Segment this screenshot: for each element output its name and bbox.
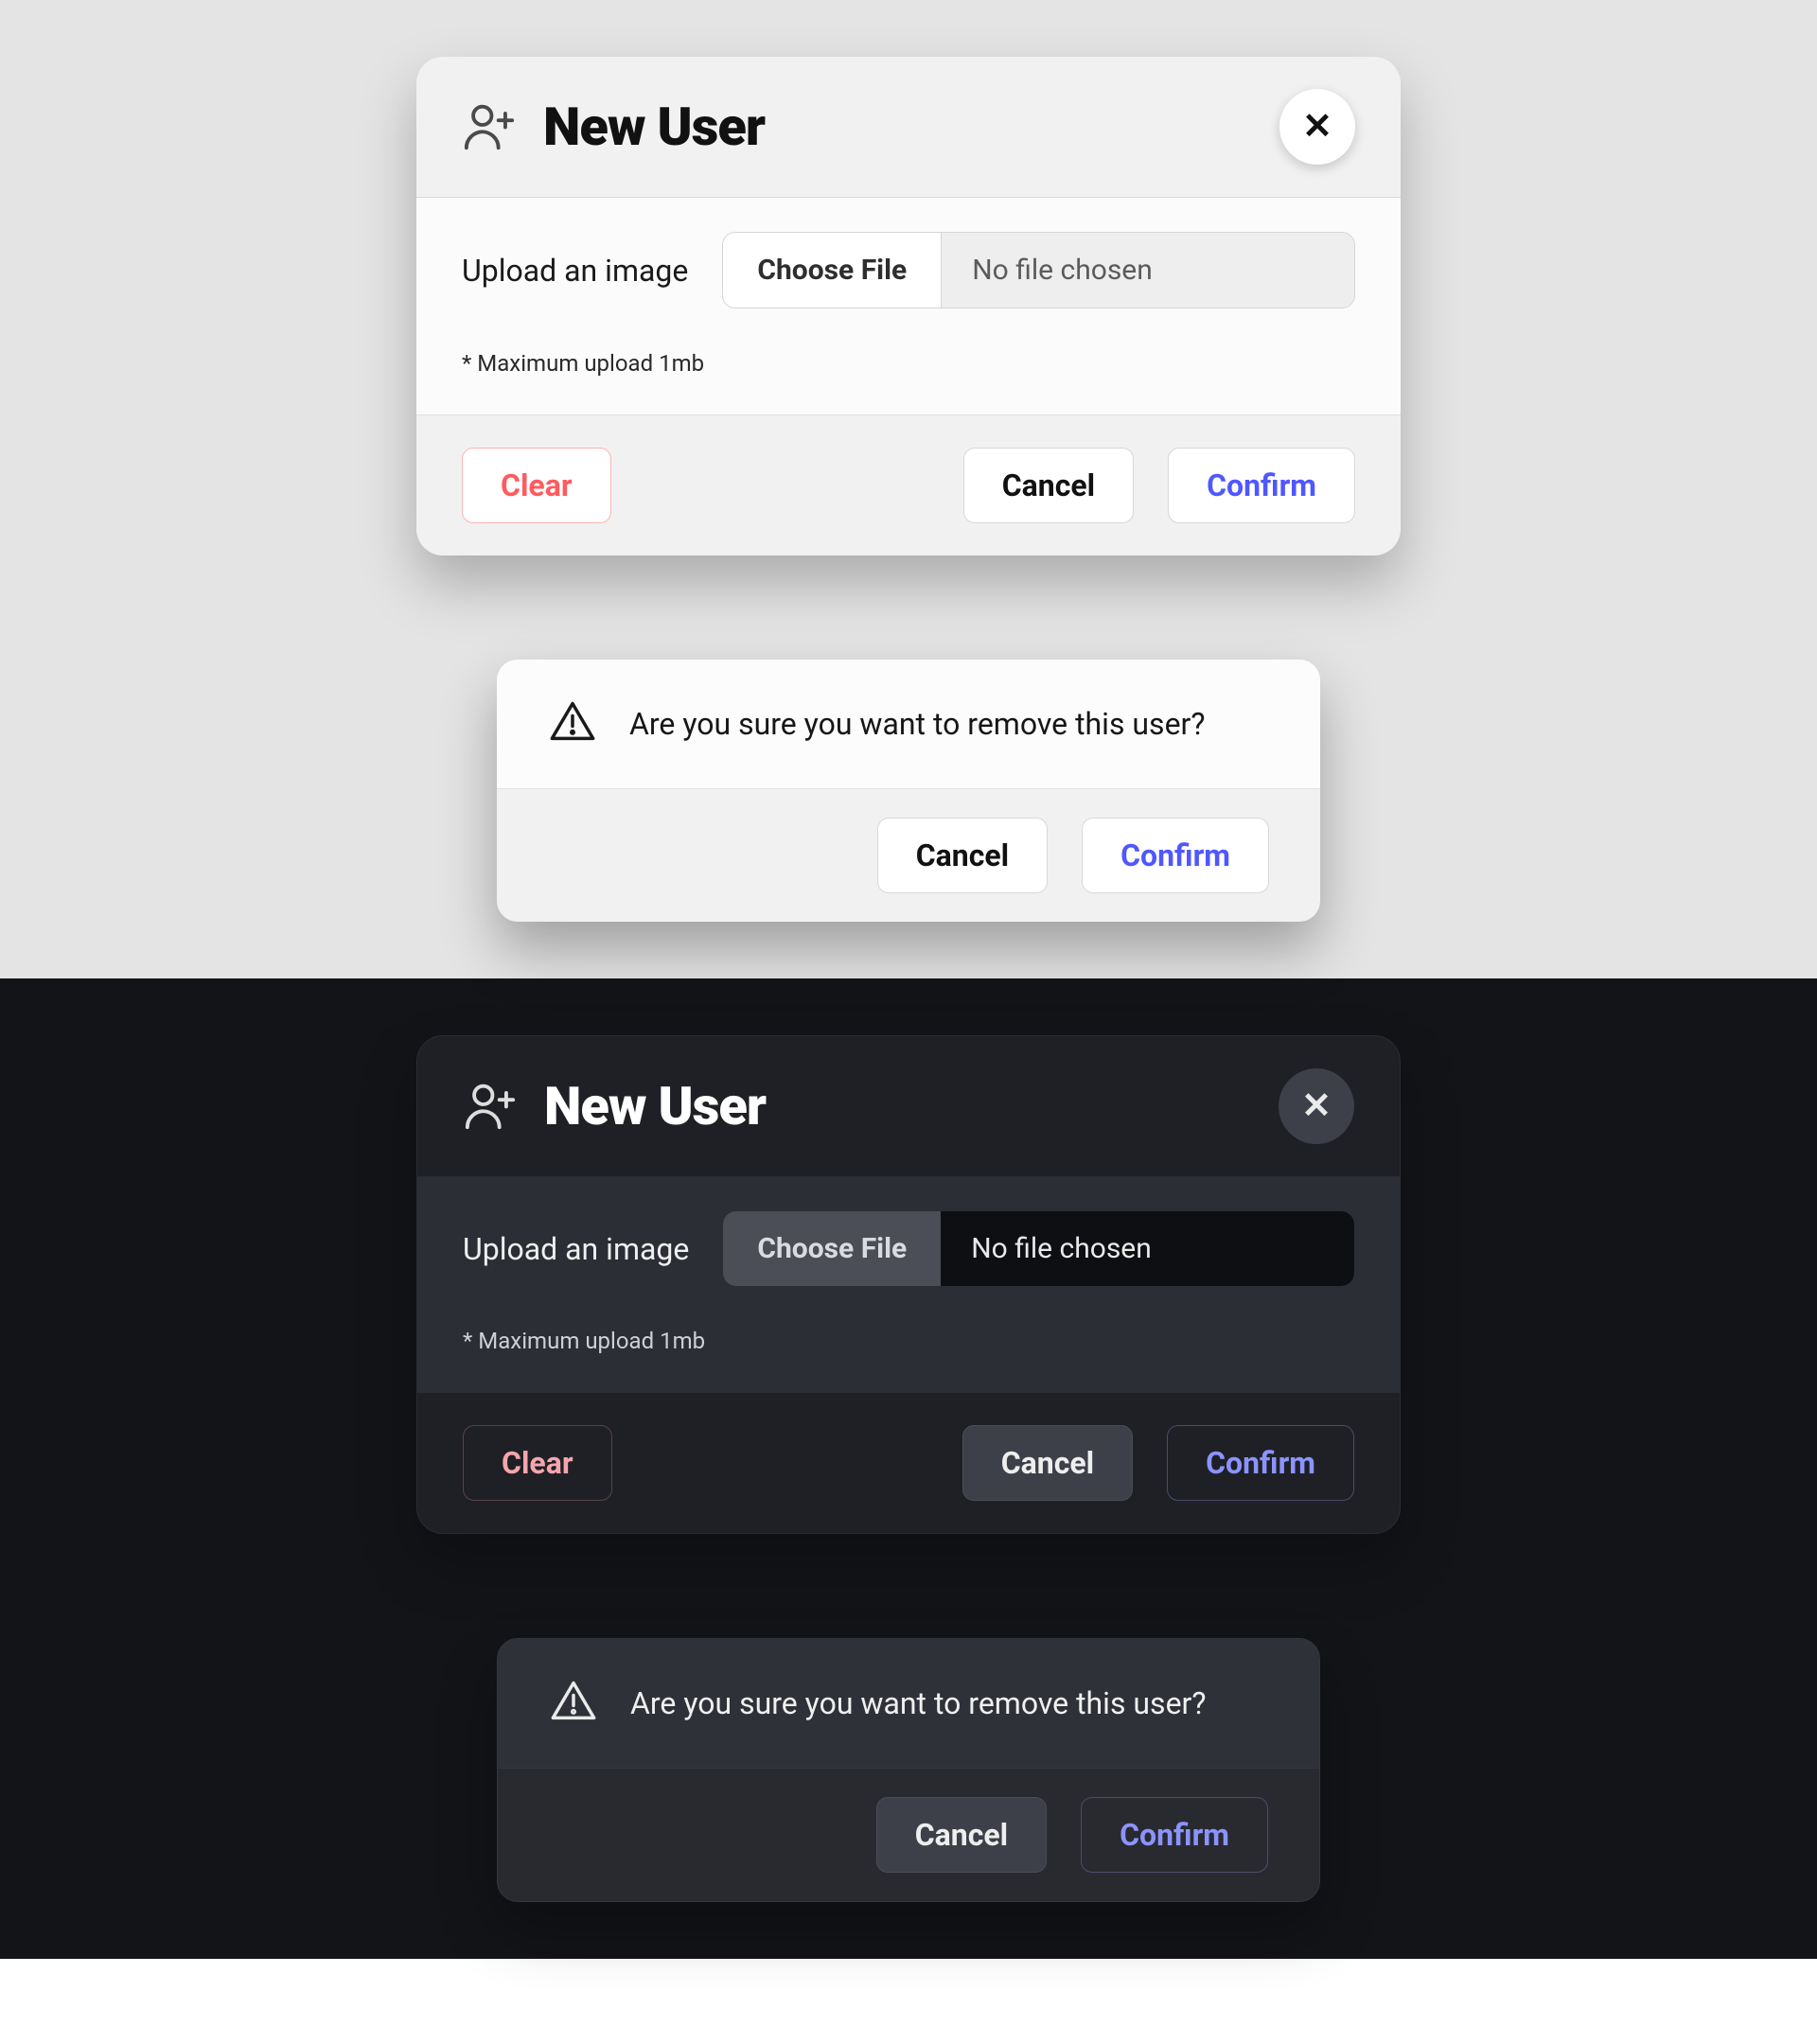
remove-user-dialog: Are you sure you want to remove this use…	[497, 660, 1320, 922]
dialog-confirm-button[interactable]: Confirm	[1082, 818, 1269, 893]
card-body: Upload an image Choose File No file chos…	[416, 198, 1401, 415]
confirm-button[interactable]: Confirm	[1168, 448, 1355, 523]
upload-row: Upload an image Choose File No file chos…	[463, 1211, 1354, 1286]
dialog-cancel-button[interactable]: Cancel	[877, 818, 1048, 893]
dialog-confirm-button[interactable]: Confirm	[1081, 1797, 1268, 1873]
upload-label: Upload an image	[462, 253, 688, 289]
dialog-body: Are you sure you want to remove this use…	[498, 1639, 1319, 1769]
dialog-body: Are you sure you want to remove this use…	[497, 660, 1320, 789]
light-theme-panel: New User ✕ Upload an image Choose File N…	[0, 0, 1817, 978]
upload-hint: * Maximum upload 1mb	[462, 350, 1355, 377]
user-plus-icon	[463, 1077, 518, 1136]
card-title: New User	[544, 1075, 766, 1137]
dialog-footer: Cancel Confirm	[497, 789, 1320, 922]
spacer	[646, 1425, 928, 1501]
warning-icon	[548, 697, 597, 750]
dark-theme-panel: New User ✕ Upload an image Choose File N…	[0, 978, 1817, 1959]
dialog-cancel-button[interactable]: Cancel	[876, 1797, 1047, 1873]
card-body: Upload an image Choose File No file chos…	[417, 1177, 1400, 1393]
upload-hint: * Maximum upload 1mb	[463, 1328, 1354, 1354]
close-button[interactable]: ✕	[1279, 1068, 1354, 1144]
dialog-footer: Cancel Confirm	[498, 1769, 1319, 1901]
card-footer: Clear Cancel Confirm	[416, 415, 1401, 555]
dialog-message: Are you sure you want to remove this use…	[629, 706, 1206, 742]
upload-row: Upload an image Choose File No file chos…	[462, 232, 1355, 308]
clear-button[interactable]: Clear	[462, 448, 611, 523]
upload-label: Upload an image	[463, 1231, 689, 1267]
confirm-button[interactable]: Confirm	[1167, 1425, 1354, 1501]
warning-icon	[549, 1677, 598, 1730]
card-header: New User ✕	[416, 57, 1401, 198]
new-user-card: New User ✕ Upload an image Choose File N…	[416, 57, 1401, 555]
file-name-display: No file chosen	[942, 233, 1354, 308]
file-input[interactable]: Choose File No file chosen	[722, 232, 1355, 308]
choose-file-button[interactable]: Choose File	[723, 233, 942, 308]
card-title: New User	[543, 96, 765, 158]
choose-file-button[interactable]: Choose File	[723, 1211, 941, 1286]
dialog-message: Are you sure you want to remove this use…	[630, 1685, 1207, 1721]
card-footer: Clear Cancel Confirm	[417, 1393, 1400, 1533]
clear-button[interactable]: Clear	[463, 1425, 612, 1501]
file-input[interactable]: Choose File No file chosen	[723, 1211, 1354, 1286]
close-icon: ✕	[1302, 109, 1332, 145]
close-button[interactable]: ✕	[1279, 89, 1355, 165]
remove-user-dialog: Are you sure you want to remove this use…	[497, 1638, 1320, 1902]
user-plus-icon	[462, 97, 517, 156]
card-header: New User ✕	[417, 1036, 1400, 1177]
close-icon: ✕	[1301, 1088, 1332, 1124]
spacer	[645, 448, 929, 523]
file-name-display: No file chosen	[941, 1211, 1354, 1286]
cancel-button[interactable]: Cancel	[962, 1425, 1133, 1501]
new-user-card: New User ✕ Upload an image Choose File N…	[416, 1035, 1401, 1534]
cancel-button[interactable]: Cancel	[963, 448, 1134, 523]
